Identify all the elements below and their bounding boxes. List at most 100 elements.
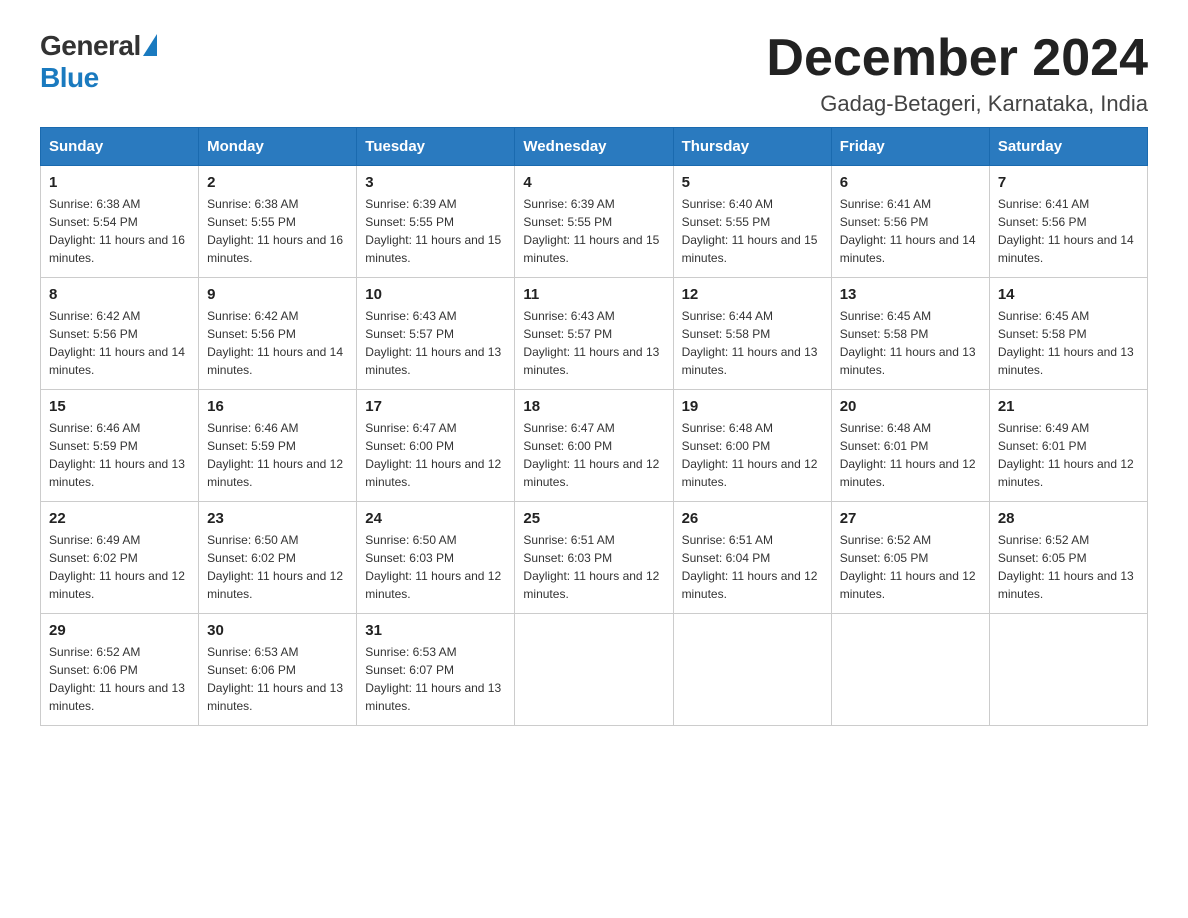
day-info: Sunrise: 6:45 AMSunset: 5:58 PMDaylight:…	[840, 307, 981, 379]
location-subtitle: Gadag-Betageri, Karnataka, India	[766, 91, 1148, 117]
day-number: 5	[682, 174, 823, 191]
day-info: Sunrise: 6:43 AMSunset: 5:57 PMDaylight:…	[365, 307, 506, 379]
day-number: 11	[523, 286, 664, 303]
day-info: Sunrise: 6:42 AMSunset: 5:56 PMDaylight:…	[49, 307, 190, 379]
day-number: 18	[523, 398, 664, 415]
calendar-cell: 7 Sunrise: 6:41 AMSunset: 5:56 PMDaylight…	[989, 166, 1147, 278]
day-info: Sunrise: 6:38 AMSunset: 5:55 PMDaylight:…	[207, 195, 348, 267]
calendar-table: SundayMondayTuesdayWednesdayThursdayFrid…	[40, 127, 1148, 726]
day-info: Sunrise: 6:39 AMSunset: 5:55 PMDaylight:…	[523, 195, 664, 267]
week-row-1: 1 Sunrise: 6:38 AMSunset: 5:54 PMDaylight…	[41, 166, 1148, 278]
day-number: 23	[207, 510, 348, 527]
calendar-cell: 10 Sunrise: 6:43 AMSunset: 5:57 PMDayligh…	[357, 278, 515, 390]
day-info: Sunrise: 6:52 AMSunset: 6:05 PMDaylight:…	[840, 531, 981, 603]
day-number: 31	[365, 622, 506, 639]
day-info: Sunrise: 6:39 AMSunset: 5:55 PMDaylight:…	[365, 195, 506, 267]
day-info: Sunrise: 6:38 AMSunset: 5:54 PMDaylight:…	[49, 195, 190, 267]
day-number: 28	[998, 510, 1139, 527]
day-info: Sunrise: 6:40 AMSunset: 5:55 PMDaylight:…	[682, 195, 823, 267]
day-number: 6	[840, 174, 981, 191]
calendar-cell: 2Sunrise: 6:38 AMSunset: 5:55 PMDaylight…	[199, 166, 357, 278]
day-info: Sunrise: 6:46 AMSunset: 5:59 PMDaylight:…	[207, 419, 348, 491]
day-info: Sunrise: 6:41 AMSunset: 5:56 PMDaylight:…	[840, 195, 981, 267]
day-number: 26	[682, 510, 823, 527]
day-number: 1	[49, 174, 190, 191]
calendar-cell: 13 Sunrise: 6:45 AMSunset: 5:58 PMDayligh…	[831, 278, 989, 390]
weekday-header-friday: Friday	[831, 128, 989, 166]
day-info: Sunrise: 6:51 AMSunset: 6:03 PMDaylight:…	[523, 531, 664, 603]
day-number: 24	[365, 510, 506, 527]
title-block: December 2024 Gadag-Betageri, Karnataka,…	[766, 30, 1148, 117]
logo: General Blue	[40, 30, 157, 94]
calendar-cell: 18 Sunrise: 6:47 AMSunset: 6:00 PMDayligh…	[515, 390, 673, 502]
logo-general-text: General	[40, 30, 141, 62]
calendar-cell: 23Sunrise: 6:50 AMSunset: 6:02 PMDayligh…	[199, 502, 357, 614]
week-row-5: 29Sunrise: 6:52 AMSunset: 6:06 PMDayligh…	[41, 614, 1148, 726]
calendar-cell: 5 Sunrise: 6:40 AMSunset: 5:55 PMDaylight…	[673, 166, 831, 278]
weekday-header-sunday: Sunday	[41, 128, 199, 166]
day-number: 17	[365, 398, 506, 415]
weekday-header-monday: Monday	[199, 128, 357, 166]
weekday-header-tuesday: Tuesday	[357, 128, 515, 166]
day-info: Sunrise: 6:52 AMSunset: 6:05 PMDaylight:…	[998, 531, 1139, 603]
logo-blue-text: Blue	[40, 62, 99, 94]
calendar-cell: 9Sunrise: 6:42 AMSunset: 5:56 PMDaylight…	[199, 278, 357, 390]
day-number: 19	[682, 398, 823, 415]
calendar-cell	[989, 614, 1147, 726]
weekday-header-wednesday: Wednesday	[515, 128, 673, 166]
calendar-cell: 30Sunrise: 6:53 AMSunset: 6:06 PMDayligh…	[199, 614, 357, 726]
day-info: Sunrise: 6:48 AMSunset: 6:01 PMDaylight:…	[840, 419, 981, 491]
calendar-cell: 12Sunrise: 6:44 AMSunset: 5:58 PMDayligh…	[673, 278, 831, 390]
calendar-cell: 11Sunrise: 6:43 AMSunset: 5:57 PMDayligh…	[515, 278, 673, 390]
day-number: 13	[840, 286, 981, 303]
calendar-cell: 15Sunrise: 6:46 AMSunset: 5:59 PMDayligh…	[41, 390, 199, 502]
logo-triangle-icon	[143, 34, 157, 56]
day-info: Sunrise: 6:51 AMSunset: 6:04 PMDaylight:…	[682, 531, 823, 603]
week-row-4: 22Sunrise: 6:49 AMSunset: 6:02 PMDayligh…	[41, 502, 1148, 614]
day-number: 7	[998, 174, 1139, 191]
page-header: General Blue December 2024 Gadag-Betager…	[40, 30, 1148, 117]
day-info: Sunrise: 6:47 AMSunset: 6:00 PMDaylight:…	[523, 419, 664, 491]
day-info: Sunrise: 6:48 AMSunset: 6:00 PMDaylight:…	[682, 419, 823, 491]
calendar-cell: 25Sunrise: 6:51 AMSunset: 6:03 PMDayligh…	[515, 502, 673, 614]
day-number: 14	[998, 286, 1139, 303]
calendar-cell: 6 Sunrise: 6:41 AMSunset: 5:56 PMDaylight…	[831, 166, 989, 278]
day-number: 15	[49, 398, 190, 415]
calendar-cell: 31Sunrise: 6:53 AMSunset: 6:07 PMDayligh…	[357, 614, 515, 726]
day-number: 30	[207, 622, 348, 639]
calendar-header: SundayMondayTuesdayWednesdayThursdayFrid…	[41, 128, 1148, 166]
day-number: 3	[365, 174, 506, 191]
day-number: 10	[365, 286, 506, 303]
calendar-cell: 19 Sunrise: 6:48 AMSunset: 6:00 PMDayligh…	[673, 390, 831, 502]
calendar-cell	[673, 614, 831, 726]
day-number: 21	[998, 398, 1139, 415]
day-info: Sunrise: 6:49 AMSunset: 6:01 PMDaylight:…	[998, 419, 1139, 491]
calendar-cell: 24 Sunrise: 6:50 AMSunset: 6:03 PMDayligh…	[357, 502, 515, 614]
calendar-cell: 20Sunrise: 6:48 AMSunset: 6:01 PMDayligh…	[831, 390, 989, 502]
day-info: Sunrise: 6:45 AMSunset: 5:58 PMDaylight:…	[998, 307, 1139, 379]
day-info: Sunrise: 6:50 AMSunset: 6:03 PMDaylight:…	[365, 531, 506, 603]
calendar-cell: 8 Sunrise: 6:42 AMSunset: 5:56 PMDaylight…	[41, 278, 199, 390]
weekday-header-thursday: Thursday	[673, 128, 831, 166]
calendar-cell	[831, 614, 989, 726]
day-info: Sunrise: 6:42 AMSunset: 5:56 PMDaylight:…	[207, 307, 348, 379]
day-info: Sunrise: 6:41 AMSunset: 5:56 PMDaylight:…	[998, 195, 1139, 267]
calendar-cell: 1 Sunrise: 6:38 AMSunset: 5:54 PMDaylight…	[41, 166, 199, 278]
day-number: 8	[49, 286, 190, 303]
calendar-cell	[515, 614, 673, 726]
weekday-header-saturday: Saturday	[989, 128, 1147, 166]
calendar-cell: 22Sunrise: 6:49 AMSunset: 6:02 PMDayligh…	[41, 502, 199, 614]
calendar-cell: 16Sunrise: 6:46 AMSunset: 5:59 PMDayligh…	[199, 390, 357, 502]
day-info: Sunrise: 6:44 AMSunset: 5:58 PMDaylight:…	[682, 307, 823, 379]
calendar-cell: 27 Sunrise: 6:52 AMSunset: 6:05 PMDayligh…	[831, 502, 989, 614]
calendar-body: 1 Sunrise: 6:38 AMSunset: 5:54 PMDaylight…	[41, 166, 1148, 726]
day-number: 27	[840, 510, 981, 527]
calendar-cell: 29Sunrise: 6:52 AMSunset: 6:06 PMDayligh…	[41, 614, 199, 726]
week-row-2: 8 Sunrise: 6:42 AMSunset: 5:56 PMDaylight…	[41, 278, 1148, 390]
day-info: Sunrise: 6:47 AMSunset: 6:00 PMDaylight:…	[365, 419, 506, 491]
calendar-cell: 4 Sunrise: 6:39 AMSunset: 5:55 PMDaylight…	[515, 166, 673, 278]
calendar-cell: 28 Sunrise: 6:52 AMSunset: 6:05 PMDayligh…	[989, 502, 1147, 614]
day-number: 4	[523, 174, 664, 191]
day-info: Sunrise: 6:52 AMSunset: 6:06 PMDaylight:…	[49, 643, 190, 715]
calendar-cell: 26 Sunrise: 6:51 AMSunset: 6:04 PMDayligh…	[673, 502, 831, 614]
